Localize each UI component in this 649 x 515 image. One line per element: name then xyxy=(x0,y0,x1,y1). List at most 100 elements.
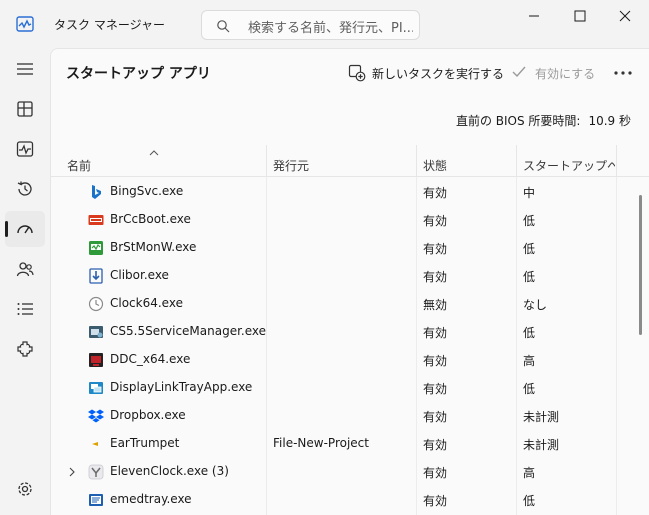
page-title: スタートアップ アプリ xyxy=(66,66,211,82)
startup-impact: 高 xyxy=(523,466,536,480)
startup-impact: 低 xyxy=(523,214,536,228)
app-name: DDC_x64.exe xyxy=(110,352,191,366)
startup-impact: 中 xyxy=(523,186,536,200)
status: 有効 xyxy=(423,214,448,228)
startup-apps-table: BingSvc.exe 有効中 BrCcBoot.exe 有効低 BrStMonW.ex… xyxy=(51,177,649,515)
search-icon xyxy=(216,19,230,33)
table-row[interactable]: BrCcBoot.exe 有効 低 xyxy=(51,205,649,233)
nav-users[interactable] xyxy=(5,251,45,287)
table-row[interactable]: EarTrumpet File-New-Project 有効 未計測 xyxy=(51,429,649,457)
processes-icon xyxy=(17,101,33,117)
navigation-sidebar xyxy=(0,48,50,515)
run-task-icon xyxy=(348,64,366,82)
startup-impact: 低 xyxy=(523,494,536,508)
bing-icon xyxy=(88,184,104,200)
history-icon xyxy=(17,181,32,196)
table-row[interactable]: Clibor.exe 有効 低 xyxy=(51,261,649,289)
table-row[interactable]: ElevenClock.exe (3) 有効 高 xyxy=(51,457,649,485)
app-name: Dropbox.exe xyxy=(110,408,186,422)
clock-icon xyxy=(88,296,104,312)
performance-icon xyxy=(16,141,34,157)
app-name: Clock64.exe xyxy=(110,296,183,310)
status: 無効 xyxy=(423,298,448,312)
column-header-publisher[interactable]: 発行元 xyxy=(273,157,413,174)
status: 有効 xyxy=(423,438,448,452)
checkmark-icon xyxy=(512,66,526,78)
minimize-button[interactable] xyxy=(512,0,558,32)
column-separator[interactable] xyxy=(416,145,417,176)
close-button[interactable] xyxy=(603,0,649,32)
nav-app-history[interactable] xyxy=(5,171,45,207)
maximize-button[interactable] xyxy=(558,0,604,32)
nav-startup-apps[interactable] xyxy=(5,211,45,247)
table-row[interactable]: CS5.5ServiceManager.exe 有効 低 xyxy=(51,317,649,345)
startup-apps-page: スタートアップ アプリ 新しいタスクを実行する 有効にする 直前の BIOS 所… xyxy=(50,48,649,515)
table-row[interactable]: DDC_x64.exe 有効 高 xyxy=(51,345,649,373)
more-options-button[interactable] xyxy=(611,63,635,83)
expand-chevron-icon[interactable] xyxy=(68,466,76,480)
table-row[interactable]: emedtray.exe 有効 低 xyxy=(51,485,649,513)
column-separator[interactable] xyxy=(266,145,267,176)
table-row[interactable]: Clock64.exe 無効 なし xyxy=(51,289,649,317)
publisher: File-New-Project xyxy=(273,436,369,450)
app-name: CS5.5ServiceManager.exe xyxy=(110,324,267,338)
table-row[interactable]: Dropbox.exe 有効 未計測 xyxy=(51,401,649,429)
users-icon xyxy=(16,262,34,277)
status: 有効 xyxy=(423,186,448,200)
bios-time: 直前の BIOS 所要時間: 10.9 秒 xyxy=(456,112,631,129)
startup-impact: 低 xyxy=(523,242,536,256)
brother-status-monitor-icon xyxy=(88,240,104,256)
startup-impact: 低 xyxy=(523,270,536,284)
column-header-startup-impact[interactable]: スタートアップへ... xyxy=(523,157,615,174)
status: 有効 xyxy=(423,242,448,256)
startup-impact: 低 xyxy=(523,326,536,340)
more-dots-icon xyxy=(614,71,632,75)
app-name: EarTrumpet xyxy=(110,436,180,450)
enable-label: 有効にする xyxy=(535,67,596,81)
startup-impact: なし xyxy=(523,298,548,312)
ddc-icon xyxy=(88,352,104,368)
vertical-scrollbar[interactable] xyxy=(639,195,642,335)
eartrumpet-icon xyxy=(88,436,104,452)
run-new-task-label: 新しいタスクを実行する xyxy=(372,67,505,81)
nav-services[interactable] xyxy=(5,331,45,367)
status: 有効 xyxy=(423,382,448,396)
brother-ccboot-icon xyxy=(88,212,104,228)
clibor-icon xyxy=(88,268,104,284)
bios-value: 10.9 秒 xyxy=(588,114,631,128)
cs-service-manager-icon xyxy=(88,324,104,340)
search-box[interactable]: 検索する名前、発行元、PI... xyxy=(201,10,420,40)
nav-performance[interactable] xyxy=(5,131,45,167)
column-header-name[interactable]: 名前 xyxy=(67,157,257,174)
nav-details[interactable] xyxy=(5,291,45,327)
settings-gear-icon xyxy=(18,482,32,496)
app-name: DisplayLinkTrayApp.exe xyxy=(110,380,253,394)
app-name: ElevenClock.exe (3) xyxy=(110,464,229,478)
column-separator[interactable] xyxy=(616,145,617,176)
dropbox-icon xyxy=(88,408,104,424)
search-placeholder: 検索する名前、発行元、PI... xyxy=(248,21,413,36)
status: 有効 xyxy=(423,410,448,424)
startup-impact: 未計測 xyxy=(523,438,560,452)
status: 有効 xyxy=(423,466,448,480)
status: 有効 xyxy=(423,354,448,368)
column-separator[interactable] xyxy=(516,145,517,176)
elevenclock-icon xyxy=(88,464,104,480)
nav-settings[interactable] xyxy=(5,471,45,507)
bios-label: 直前の BIOS 所要時間: xyxy=(455,114,581,128)
table-header: 名前 発行元 状態 スタートアップへ... xyxy=(51,141,649,177)
app-name: Clibor.exe xyxy=(110,268,169,282)
task-manager-app-icon xyxy=(16,15,34,33)
startup-impact: 未計測 xyxy=(523,410,560,424)
table-row[interactable]: DisplayLinkTrayApp.exe 有効 低 xyxy=(51,373,649,401)
nav-menu-toggle[interactable] xyxy=(5,51,45,87)
nav-processes[interactable] xyxy=(5,91,45,127)
title-bar: タスク マネージャー 検索する名前、発行元、PI... xyxy=(0,0,649,48)
app-name: BrCcBoot.exe xyxy=(110,212,191,226)
table-row[interactable]: BingSvc.exe 有効 中 xyxy=(51,177,649,205)
displaylink-icon xyxy=(88,380,104,396)
status: 有効 xyxy=(423,494,448,508)
table-row[interactable]: BrStMonW.exe 有効 低 xyxy=(51,233,649,261)
column-header-status[interactable]: 状態 xyxy=(423,157,513,174)
services-icon xyxy=(17,341,33,357)
